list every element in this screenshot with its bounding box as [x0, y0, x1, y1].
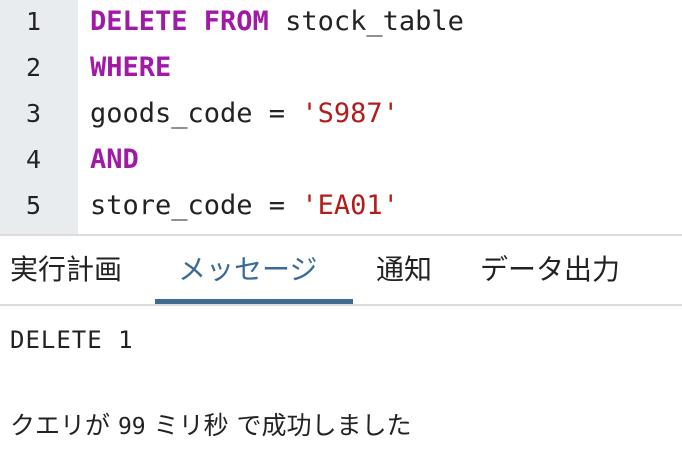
code-text: DELETE FROM stock_table — [90, 8, 464, 36]
identifier: store_code = — [90, 190, 302, 221]
tab-notifications[interactable]: 通知 — [376, 250, 432, 290]
keyword: DELETE FROM — [90, 6, 269, 37]
code-text: AND — [90, 146, 139, 174]
tab-messages[interactable]: メッセージ — [178, 250, 317, 290]
code-line[interactable]: 5 store_code = 'EA01' — [0, 184, 682, 230]
code-line[interactable]: 2 WHERE — [0, 46, 682, 92]
tab-data-output[interactable]: データ出力 — [480, 250, 620, 290]
messages-panel: DELETE 1 クエリが 99 ミリ秒 で成功しました — [0, 306, 682, 452]
tab-explain[interactable]: 実行計画 — [10, 250, 122, 290]
keyword: AND — [90, 144, 139, 175]
duration-ms: 99 — [117, 414, 146, 440]
summary-suffix: ミリ秒 で成功しました — [145, 411, 412, 440]
result-message: DELETE 1 — [10, 326, 134, 354]
identifier: goods_code = — [90, 98, 302, 129]
code-line[interactable]: 1 DELETE FROM stock_table — [0, 0, 682, 46]
line-number: 3 — [26, 99, 42, 128]
sql-editor[interactable]: 1 DELETE FROM stock_table 2 WHERE 3 good… — [0, 0, 682, 234]
string-literal: 'S987' — [301, 98, 399, 129]
output-tabs: 実行計画 メッセージ 通知 データ出力 — [0, 236, 682, 304]
identifier: stock_table — [268, 6, 464, 37]
line-number: 4 — [26, 145, 42, 174]
code-text: WHERE — [90, 54, 171, 82]
code-text: goods_code = 'S987' — [90, 100, 399, 128]
line-number: 1 — [26, 7, 42, 36]
string-literal: 'EA01' — [301, 190, 399, 221]
line-number: 2 — [26, 53, 42, 82]
keyword: WHERE — [90, 52, 172, 83]
summary-prefix: クエリが — [10, 411, 118, 440]
query-summary: クエリが 99 ミリ秒 で成功しました — [10, 406, 412, 442]
code-line[interactable]: 4 AND — [0, 138, 682, 184]
code-line[interactable]: 3 goods_code = 'S987' — [0, 92, 682, 138]
code-text: store_code = 'EA01' — [90, 192, 399, 220]
line-number: 5 — [26, 191, 42, 220]
